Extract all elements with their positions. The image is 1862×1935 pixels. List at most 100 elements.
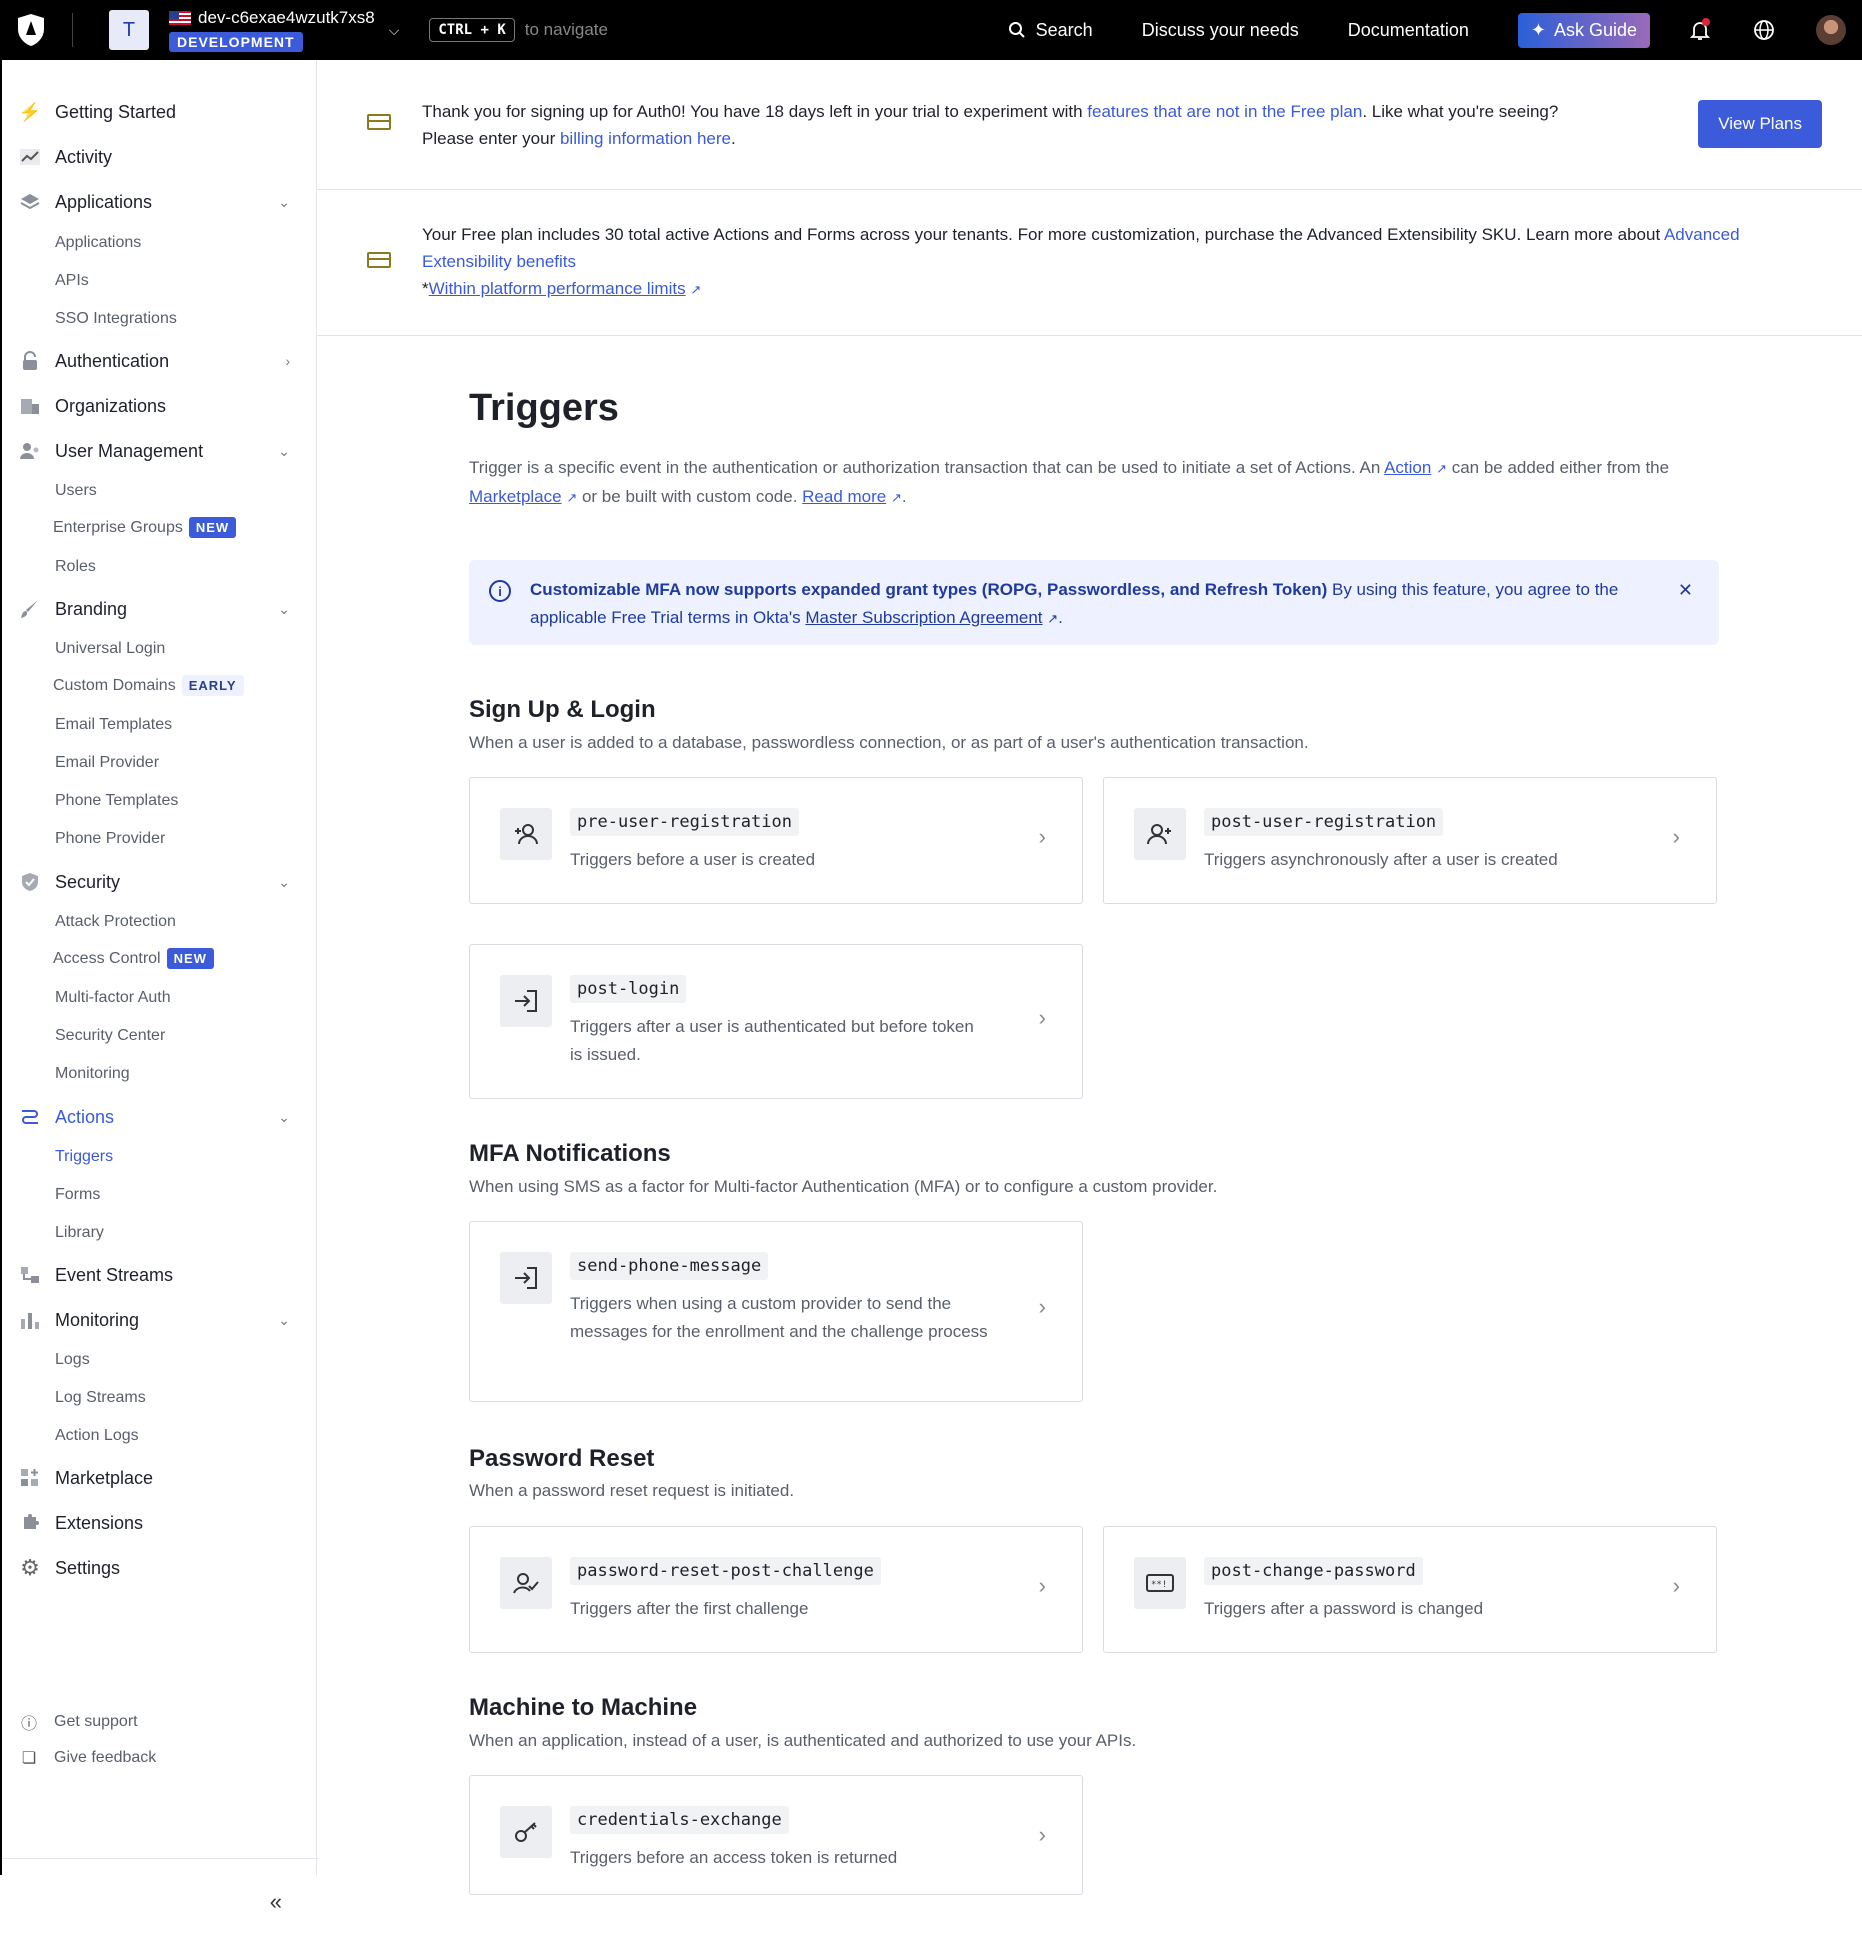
sidebar-subitem-universal-login[interactable]: Universal Login [55, 640, 165, 658]
sidebar-subitem-enterprise-groups[interactable]: Enterprise Groups NEW [53, 517, 237, 538]
user-check-icon [500, 1557, 552, 1609]
sidebar-subitem-phone-templates[interactable]: Phone Templates [55, 792, 178, 810]
performance-limits-link[interactable]: Within platform performance limits [429, 279, 686, 298]
brush-icon [18, 597, 42, 621]
section-title-m2m: Machine to Machine [469, 1694, 698, 1721]
sidebar-subitem-library[interactable]: Library [55, 1224, 104, 1242]
sidebar-item-actions[interactable]: Actions ⌄ [2, 1105, 302, 1129]
sidebar-item-monitoring[interactable]: Monitoring ⌄ [2, 1308, 302, 1332]
sidebar-item-event-streams[interactable]: Event Streams [2, 1263, 302, 1287]
trigger-name: credentials-exchange [570, 1806, 789, 1834]
sidebar-item-applications[interactable]: Applications ⌄ [2, 190, 302, 214]
sidebar-subitem-attack-protection[interactable]: Attack Protection [55, 913, 176, 931]
sidebar-item-organizations[interactable]: Organizations [2, 394, 302, 418]
external-link-icon: ↗ [1047, 611, 1059, 626]
external-link-icon: ↗ [1436, 461, 1447, 476]
trigger-card-pre-user-registration[interactable]: pre-user-registration Triggers before a … [469, 777, 1083, 904]
close-icon[interactable]: ✕ [1678, 580, 1693, 601]
trigger-card-credentials-exchange[interactable]: credentials-exchange Triggers before an … [469, 1775, 1083, 1895]
bar-chart-icon [18, 1308, 42, 1332]
user-avatar[interactable] [1816, 15, 1846, 45]
sidebar-subitem-triggers[interactable]: Triggers [55, 1148, 113, 1166]
chevron-down-icon: ⌄ [278, 873, 290, 890]
tenant-avatar[interactable]: T [109, 10, 149, 50]
sidebar-subitem-apis[interactable]: APIs [55, 272, 89, 290]
free-plan-features-link[interactable]: features that are not in the Free plan [1087, 102, 1362, 121]
sidebar-subitem-security-center[interactable]: Security Center [55, 1027, 165, 1045]
documentation-link[interactable]: Documentation [1348, 20, 1469, 41]
chevron-right-icon: › [285, 353, 290, 369]
sidebar-subitem-multi-factor-auth[interactable]: Multi-factor Auth [55, 989, 171, 1007]
master-subscription-agreement-link[interactable]: Master Subscription Agreement [805, 608, 1042, 627]
action-link[interactable]: Action [1384, 458, 1431, 477]
trigger-name: post-user-registration [1204, 808, 1444, 836]
feedback-icon: ❏ [21, 1750, 37, 1767]
password-field-icon: **! [1134, 1557, 1186, 1609]
sidebar-subitem-log-streams[interactable]: Log Streams [55, 1389, 146, 1407]
sidebar-item-user-management[interactable]: User Management ⌄ [2, 439, 302, 463]
new-badge: NEW [188, 517, 237, 538]
us-flag-icon [169, 11, 191, 25]
sidebar-subitem-access-control[interactable]: Access Control NEW [53, 948, 214, 969]
view-plans-button[interactable]: View Plans [1698, 100, 1822, 148]
sidebar-item-activity[interactable]: Activity [2, 145, 302, 169]
building-icon [18, 394, 42, 418]
marketplace-icon [18, 1466, 42, 1490]
puzzle-icon [18, 1511, 42, 1535]
section-title-signup: Sign Up & Login [469, 696, 656, 723]
chevron-down-icon: ⌄ [278, 1108, 290, 1125]
discuss-link[interactable]: Discuss your needs [1142, 20, 1299, 41]
sparkle-icon: ✦ [1530, 19, 1546, 40]
sidebar-item-settings[interactable]: ⚙ Settings [2, 1555, 302, 1580]
sidebar-item-getting-started[interactable]: ⚡ Getting Started [2, 100, 302, 124]
billing-info-link[interactable]: billing information here [560, 129, 731, 148]
bell-icon[interactable] [1688, 18, 1712, 42]
sidebar-item-authentication[interactable]: Authentication › [2, 349, 302, 373]
sidebar-item-extensions[interactable]: Extensions [2, 1511, 302, 1535]
read-more-link[interactable]: Read more [802, 487, 886, 506]
chevron-right-icon: › [1038, 1294, 1046, 1319]
chevron-down-icon[interactable]: ⌵ [389, 22, 400, 39]
sidebar-subitem-applications[interactable]: Applications [55, 234, 141, 252]
get-support-link[interactable]: ⓘ Get support [2, 1710, 138, 1734]
chevron-down-icon: ⌄ [278, 1311, 290, 1328]
ask-guide-button[interactable]: ✦ Ask Guide [1517, 12, 1650, 48]
trigger-card-post-login[interactable]: post-login Triggers after a user is auth… [469, 944, 1083, 1099]
marketplace-link[interactable]: Marketplace [469, 487, 562, 506]
search-label: Search [1035, 19, 1093, 40]
sidebar-footer: « [2, 1858, 318, 1935]
sidebar-subitem-monitoring[interactable]: Monitoring [55, 1065, 130, 1083]
sidebar-subitem-roles[interactable]: Roles [55, 558, 96, 576]
sidebar-subitem-forms[interactable]: Forms [55, 1186, 100, 1204]
trigger-card-password-reset-post-challenge[interactable]: password-reset-post-challenge Triggers a… [469, 1526, 1083, 1653]
section-desc-mfa: When using SMS as a factor for Multi-fac… [469, 1177, 1218, 1196]
sidebar-subitem-users[interactable]: Users [55, 482, 97, 500]
sidebar-item-security[interactable]: Security ⌄ [2, 870, 302, 894]
sidebar-subitem-phone-provider[interactable]: Phone Provider [55, 830, 165, 848]
trigger-desc: Triggers before a user is created [570, 850, 816, 869]
trigger-card-post-change-password[interactable]: **! post-change-password Triggers after … [1103, 1526, 1717, 1653]
sidebar-subitem-logs[interactable]: Logs [55, 1351, 90, 1369]
trigger-card-post-user-registration[interactable]: post-user-registration Triggers asynchro… [1103, 777, 1717, 904]
globe-icon[interactable] [1752, 18, 1776, 42]
login-arrow-icon [500, 1252, 552, 1304]
sidebar-subitem-action-logs[interactable]: Action Logs [55, 1427, 139, 1445]
trigger-card-send-phone-message[interactable]: send-phone-message Triggers when using a… [469, 1221, 1083, 1402]
sidebar-subitem-custom-domains[interactable]: Custom Domains EARLY [53, 675, 244, 696]
sidebar-subitem-sso-integrations[interactable]: SSO Integrations [55, 310, 177, 328]
sidebar-subitem-email-provider[interactable]: Email Provider [55, 754, 159, 772]
auth0-logo[interactable] [16, 13, 46, 47]
sidebar-subitem-email-templates[interactable]: Email Templates [55, 716, 172, 734]
sidebar-item-marketplace[interactable]: Marketplace [2, 1466, 302, 1490]
free-plan-notice: Your Free plan includes 30 total active … [317, 190, 1862, 336]
keyboard-shortcut: CTRL + K [429, 18, 515, 42]
collapse-sidebar-icon[interactable]: « [270, 1889, 282, 1915]
search-button[interactable]: Search [1008, 20, 1093, 41]
sidebar-item-branding[interactable]: Branding ⌄ [2, 597, 302, 621]
tenant-switcher[interactable]: dev-c6exae4wzutk7xs8 DEVELOPMENT [169, 8, 375, 52]
give-feedback-link[interactable]: ❏ Give feedback [2, 1748, 156, 1768]
trigger-desc: Triggers after a password is changed [1204, 1599, 1484, 1618]
tenant-name: dev-c6exae4wzutk7xs8 [198, 8, 375, 27]
top-bar: T dev-c6exae4wzutk7xs8 DEVELOPMENT ⌵ CTR… [0, 0, 1862, 60]
trigger-desc: Triggers asynchronously after a user is … [1204, 850, 1558, 869]
